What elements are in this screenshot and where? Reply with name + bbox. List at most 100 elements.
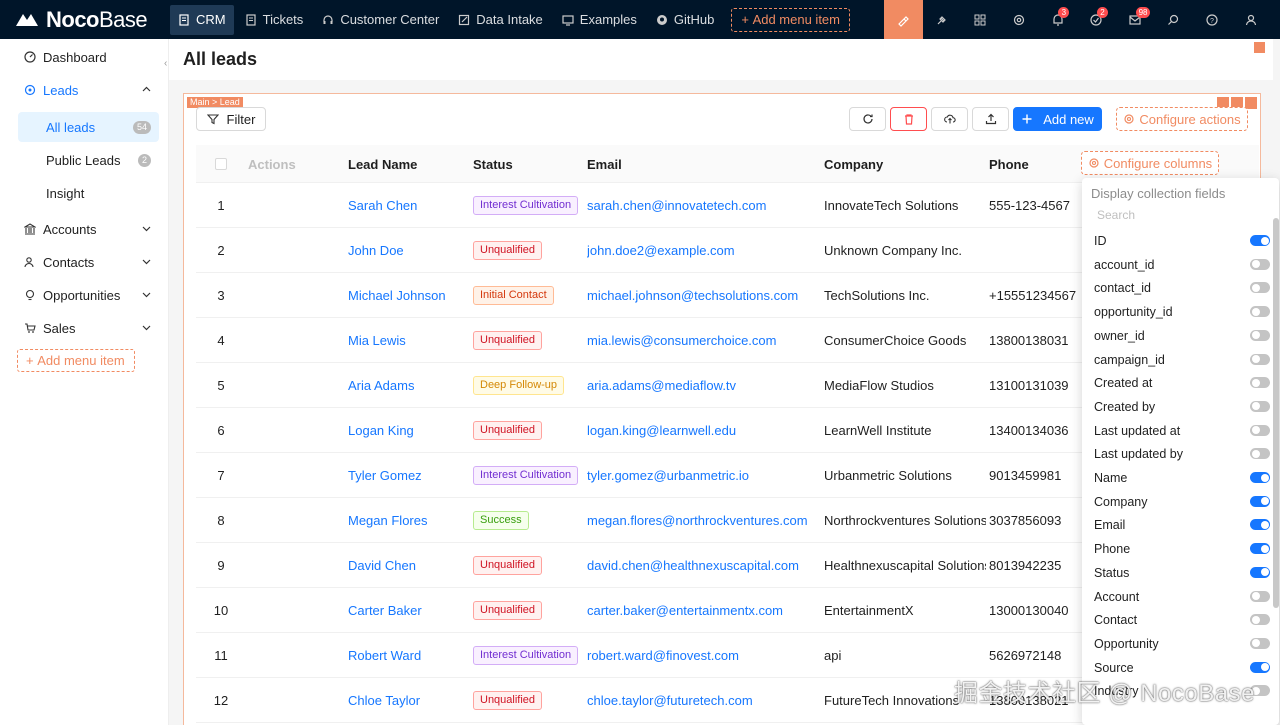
field-toggle-item[interactable]: Created by bbox=[1094, 395, 1270, 419]
field-switch[interactable] bbox=[1250, 353, 1270, 365]
sidebar-item-leads[interactable]: Leads bbox=[18, 75, 159, 105]
email-link[interactable]: robert.ward@finovest.com bbox=[587, 633, 739, 677]
column-header-phone[interactable]: Phone bbox=[989, 145, 1029, 183]
field-switch[interactable] bbox=[1250, 235, 1270, 246]
configure-actions-button[interactable]: Configure actions bbox=[1116, 107, 1248, 131]
field-toggle-item[interactable]: Phone bbox=[1094, 537, 1270, 561]
lead-name-link[interactable]: Megan Flores bbox=[348, 498, 427, 542]
field-toggle-item[interactable]: Created at bbox=[1094, 371, 1270, 395]
logo[interactable]: Noco Base bbox=[0, 0, 170, 39]
lead-name-link[interactable]: Tyler Gomez bbox=[348, 453, 422, 497]
field-switch[interactable] bbox=[1250, 472, 1270, 483]
sidebar-item-all-leads[interactable]: All leads 54 bbox=[18, 112, 159, 142]
email-link[interactable]: michael.johnson@techsolutions.com bbox=[587, 273, 798, 317]
sidebar-item-dashboard[interactable]: Dashboard bbox=[18, 42, 159, 72]
topnav-item-tickets[interactable]: Tickets bbox=[237, 5, 312, 35]
field-switch[interactable] bbox=[1250, 661, 1270, 673]
email-link[interactable]: mia.lewis@consumerchoice.com bbox=[587, 318, 776, 362]
block-templates-button[interactable] bbox=[961, 0, 1000, 39]
plugin-manager-button[interactable] bbox=[923, 0, 962, 39]
field-switch[interactable] bbox=[1250, 543, 1270, 555]
column-header-email[interactable]: Email bbox=[587, 145, 622, 183]
field-switch[interactable] bbox=[1250, 306, 1270, 318]
email-link[interactable]: logan.king@learnwell.edu bbox=[587, 408, 736, 452]
lead-name-link[interactable]: Carter Baker bbox=[348, 588, 422, 632]
field-switch[interactable] bbox=[1250, 519, 1270, 531]
sidebar-item-contacts[interactable]: Contacts bbox=[18, 247, 159, 277]
email-link[interactable]: chloe.taylor@futuretech.com bbox=[587, 678, 753, 722]
workflow-tasks-button[interactable]: 2 bbox=[1077, 0, 1116, 39]
sidebar-item-sales[interactable]: Sales bbox=[18, 313, 159, 343]
field-switch[interactable] bbox=[1250, 258, 1270, 270]
topnav-item-examples[interactable]: Examples bbox=[554, 5, 645, 35]
sidebar-item-insight[interactable]: Insight bbox=[18, 178, 159, 208]
field-toggle-item[interactable]: campaign_id bbox=[1094, 348, 1270, 372]
email-link[interactable]: megan.flores@northrockventures.com bbox=[587, 498, 808, 542]
import-button[interactable] bbox=[931, 107, 968, 131]
lead-name-link[interactable]: John Doe bbox=[348, 228, 404, 272]
filter-button[interactable]: Filter bbox=[196, 107, 266, 131]
field-switch[interactable] bbox=[1250, 282, 1270, 294]
configure-columns-button[interactable]: Configure columns bbox=[1081, 151, 1219, 175]
help-button[interactable]: ? bbox=[1193, 0, 1232, 39]
field-toggle-item[interactable]: Opportunity bbox=[1094, 632, 1270, 656]
lead-name-link[interactable]: Mia Lewis bbox=[348, 318, 406, 362]
sidebar-add-menu-item-button[interactable]: + Add menu item bbox=[17, 349, 135, 372]
field-toggle-item[interactable]: ID bbox=[1094, 229, 1270, 253]
email-link[interactable]: tyler.gomez@urbanmetric.io bbox=[587, 453, 749, 497]
field-toggle-item[interactable]: Last updated by bbox=[1094, 442, 1270, 466]
lead-name-link[interactable]: Sarah Chen bbox=[348, 183, 417, 227]
column-header-company[interactable]: Company bbox=[824, 145, 883, 183]
field-toggle-item[interactable]: Name bbox=[1094, 466, 1270, 490]
field-toggle-item[interactable]: Email bbox=[1094, 513, 1270, 537]
search-button[interactable] bbox=[1154, 0, 1193, 39]
email-link[interactable]: sarah.chen@innovatetech.com bbox=[587, 183, 766, 227]
fields-search-input[interactable]: Search bbox=[1097, 208, 1135, 222]
field-switch[interactable] bbox=[1250, 614, 1270, 626]
email-link[interactable]: aria.adams@mediaflow.tv bbox=[587, 363, 736, 407]
collapse-sidebar-icon[interactable]: ‹ bbox=[164, 58, 167, 69]
add-new-button[interactable]: Add new bbox=[1013, 107, 1102, 131]
field-toggle-item[interactable]: contact_id bbox=[1094, 276, 1270, 300]
lead-name-link[interactable]: Logan King bbox=[348, 408, 414, 452]
email-link[interactable]: john.doe2@example.com bbox=[587, 228, 735, 272]
inbox-button[interactable]: 98 bbox=[1116, 0, 1155, 39]
field-toggle-item[interactable]: account_id bbox=[1094, 253, 1270, 277]
column-header-status[interactable]: Status bbox=[473, 145, 513, 183]
field-toggle-item[interactable]: Account bbox=[1094, 585, 1270, 609]
field-toggle-item[interactable]: opportunity_id bbox=[1094, 300, 1270, 324]
field-switch[interactable] bbox=[1250, 448, 1270, 460]
topnav-item-github[interactable]: GitHub bbox=[648, 5, 722, 35]
user-menu-button[interactable] bbox=[1231, 0, 1270, 39]
lead-name-link[interactable]: Michael Johnson bbox=[348, 273, 446, 317]
field-toggle-item[interactable]: Last updated at bbox=[1094, 419, 1270, 443]
field-toggle-item[interactable]: Status bbox=[1094, 561, 1270, 585]
field-switch[interactable] bbox=[1250, 400, 1270, 412]
ui-editor-button[interactable] bbox=[884, 0, 923, 39]
select-all-checkbox[interactable] bbox=[215, 158, 227, 170]
field-switch[interactable] bbox=[1250, 329, 1270, 341]
field-toggle-item[interactable]: Contact bbox=[1094, 608, 1270, 632]
refresh-button[interactable] bbox=[849, 107, 886, 131]
lead-name-link[interactable]: Chloe Taylor bbox=[348, 678, 420, 722]
topnav-item-data-intake[interactable]: Data Intake bbox=[450, 5, 551, 35]
field-toggle-item[interactable]: Company bbox=[1094, 490, 1270, 514]
export-button[interactable] bbox=[972, 107, 1009, 131]
lead-name-link[interactable]: David Chen bbox=[348, 543, 416, 587]
popover-scrollbar[interactable] bbox=[1273, 218, 1279, 608]
field-switch[interactable] bbox=[1250, 637, 1270, 649]
topnav-item-customer-center[interactable]: Customer Center bbox=[314, 5, 447, 35]
field-switch[interactable] bbox=[1250, 377, 1270, 389]
sidebar-item-opportunities[interactable]: Opportunities bbox=[18, 280, 159, 310]
field-toggle-item[interactable]: owner_id bbox=[1094, 324, 1270, 348]
settings-button[interactable] bbox=[1000, 0, 1039, 39]
page-settings-icon[interactable] bbox=[1254, 42, 1265, 53]
column-header-lead-name[interactable]: Lead Name bbox=[348, 145, 417, 183]
field-switch[interactable] bbox=[1250, 590, 1270, 602]
sidebar-item-public-leads[interactable]: Public Leads 2 bbox=[18, 145, 159, 175]
delete-button[interactable] bbox=[890, 107, 927, 131]
field-switch[interactable] bbox=[1250, 424, 1270, 436]
sidebar-item-accounts[interactable]: Accounts bbox=[18, 214, 159, 244]
email-link[interactable]: carter.baker@entertainmentx.com bbox=[587, 588, 783, 632]
lead-name-link[interactable]: Aria Adams bbox=[348, 363, 414, 407]
